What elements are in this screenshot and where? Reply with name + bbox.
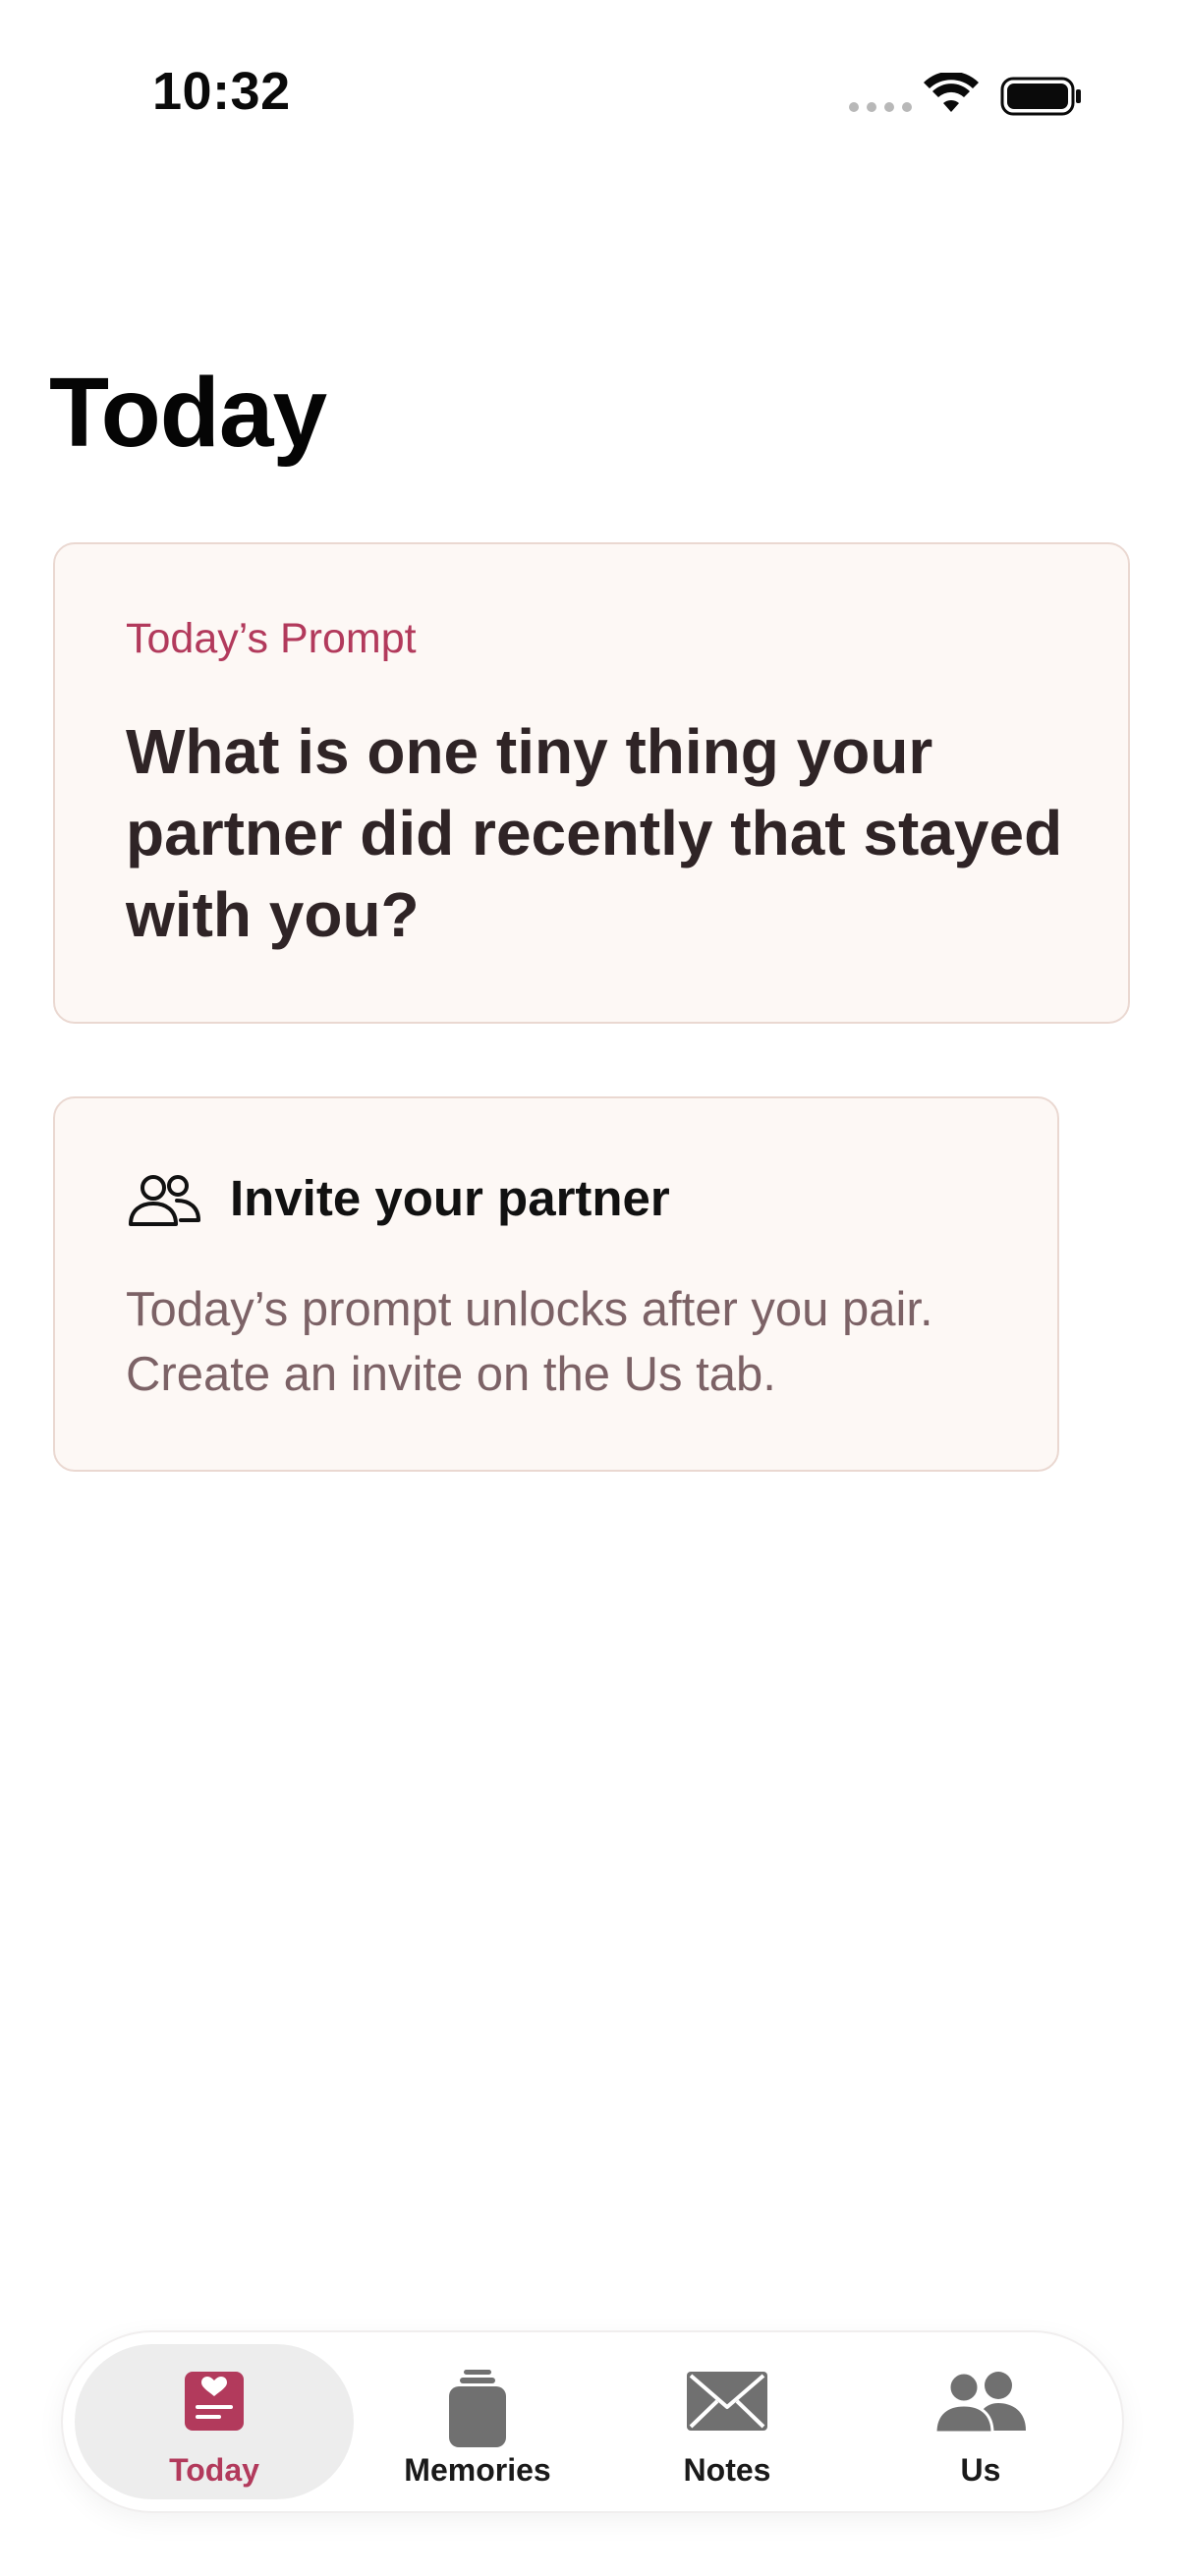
prompt-label: Today’s Prompt: [126, 615, 417, 662]
page-title: Today: [49, 358, 327, 468]
battery-icon: [1000, 77, 1081, 116]
prompt-card: Today’s Prompt What is one tiny thing yo…: [53, 542, 1130, 1024]
tab-memories[interactable]: Memories: [369, 2344, 586, 2499]
tab-bar: Today Memories Notes Us: [63, 2332, 1122, 2511]
envelope-icon: [687, 2372, 767, 2431]
tab-label-notes: Notes: [683, 2452, 771, 2488]
memories-jar-icon: [449, 2370, 506, 2447]
status-bar: 10:32: [0, 0, 1185, 196]
two-people-outline-icon: [129, 1175, 200, 1226]
status-time: 10:32: [152, 62, 291, 121]
tab-label-memories: Memories: [404, 2452, 551, 2488]
tab-us[interactable]: Us: [873, 2344, 1089, 2499]
tab-label-us: Us: [960, 2452, 1001, 2488]
tab-today[interactable]: Today: [75, 2344, 354, 2499]
cellular-signal-icon: [849, 102, 912, 112]
tab-notes[interactable]: Notes: [619, 2344, 835, 2499]
wifi-icon: [924, 73, 979, 112]
invite-partner-card[interactable]: Invite your partner Today’s prompt unloc…: [53, 1096, 1059, 1472]
invite-title: Invite your partner: [230, 1170, 670, 1226]
today-heart-note-icon: [185, 2372, 244, 2431]
invite-body: Today’s prompt unlocks after you pair. C…: [126, 1283, 933, 1401]
tab-label-today: Today: [169, 2452, 259, 2488]
prompt-question: What is one tiny thing your partner did …: [126, 716, 1063, 950]
two-people-icon: [933, 2371, 1026, 2435]
